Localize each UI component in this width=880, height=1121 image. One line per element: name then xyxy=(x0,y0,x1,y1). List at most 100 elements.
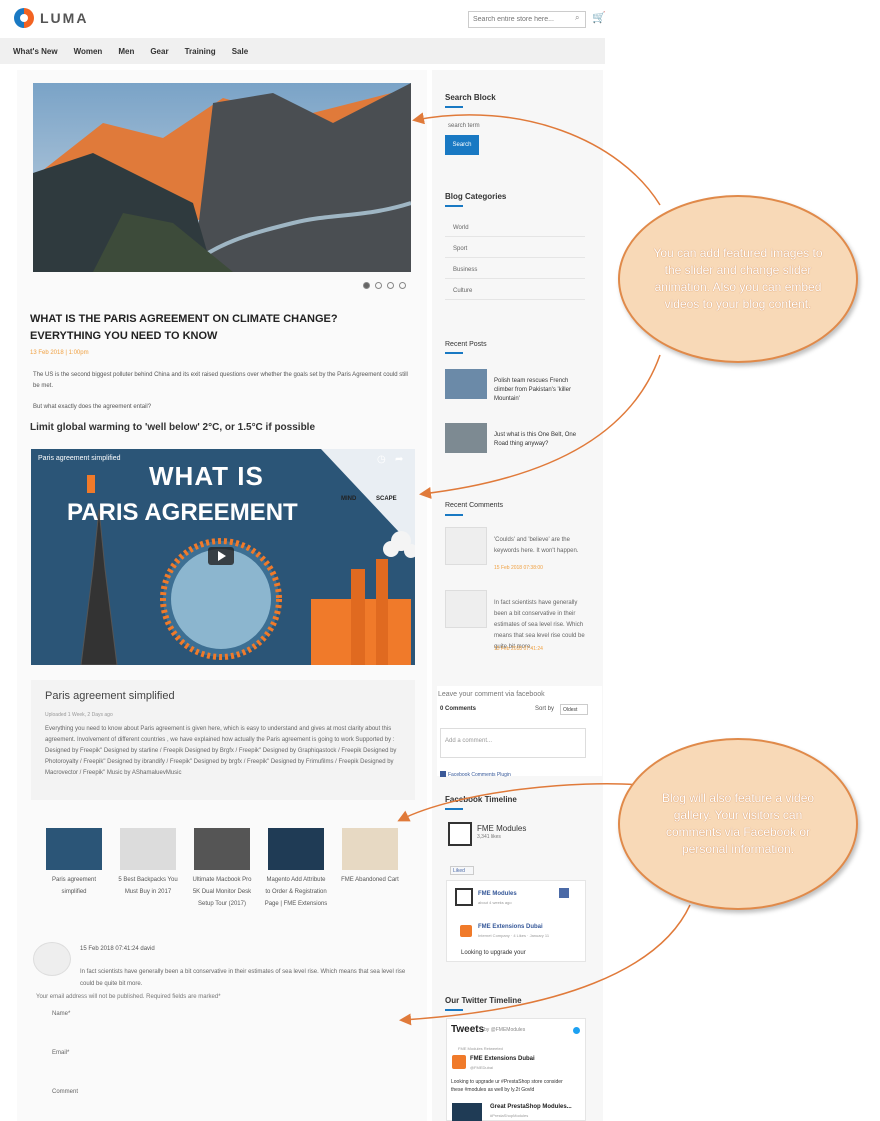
search-icon[interactable]: ⌕ xyxy=(575,13,579,23)
fb-post-meta: Internet Company · 4 Likes · January 11 xyxy=(478,933,550,938)
fb-page-name[interactable]: FME Modules xyxy=(477,824,526,833)
tweet-avatar xyxy=(452,1103,482,1121)
recent-post-title[interactable]: Polish team rescues French climber from … xyxy=(494,377,586,404)
cart-icon[interactable]: 🛒 xyxy=(592,11,606,24)
gallery-caption[interactable]: FME Abandoned Cart xyxy=(338,874,402,886)
fb-post-author[interactable]: FME Modules xyxy=(478,891,517,897)
luma-logo-icon xyxy=(14,8,34,28)
heading-underline xyxy=(445,1009,463,1011)
category-sport[interactable]: Sport xyxy=(445,238,585,258)
recent-post-thumb[interactable] xyxy=(445,369,487,399)
fme-logo-icon xyxy=(455,888,473,906)
callout-text: Blog will also feature a video gallery. … xyxy=(661,791,815,856)
post-title[interactable]: WHAT IS THE PARIS AGREEMENT ON CLIMATE C… xyxy=(30,311,410,345)
tweet-author[interactable]: Great PrestaShop Modules... xyxy=(490,1104,572,1110)
retweet-note: FME Modules Retweeted xyxy=(458,1046,503,1051)
video-overlay-title: Paris agreement simplified xyxy=(38,455,121,462)
fb-post-author[interactable]: FME Extensions Dubai xyxy=(478,924,543,930)
recent-posts-title: Recent Posts xyxy=(445,341,487,348)
store-search-input[interactable] xyxy=(468,11,586,28)
fb-comment-count: 0 Comments xyxy=(440,706,477,712)
gallery-caption[interactable]: Magento Add Attribute to Order & Registr… xyxy=(264,874,328,910)
nav-item-whats-new[interactable]: What's New xyxy=(13,47,58,56)
tweet-handle[interactable]: #PrestaShopModules xyxy=(490,1113,528,1118)
twitter-bird-icon[interactable] xyxy=(573,1027,580,1034)
fb-post-avatar xyxy=(460,925,472,937)
email-field-label: Email* xyxy=(52,1050,70,1056)
video-card-description: Everything you need to know about Paris … xyxy=(45,726,397,776)
slider-dot[interactable] xyxy=(363,282,370,289)
fb-post-text: Looking to upgrade your xyxy=(461,950,526,956)
heading-underline xyxy=(445,352,463,354)
nav-item-women[interactable]: Women xyxy=(74,47,103,56)
comment-field-label: Comment xyxy=(52,1089,79,1095)
slider-dot[interactable] xyxy=(399,282,406,289)
post-subheading: Limit global warming to 'well below' 2°C… xyxy=(30,422,316,433)
category-business[interactable]: Business xyxy=(445,259,585,279)
fb-liked-button[interactable]: Liked xyxy=(450,866,474,875)
callout-cloud-gallery: Blog will also feature a video gallery. … xyxy=(618,738,858,910)
search-block-title: Search Block xyxy=(445,93,496,102)
callout-cloud-slider: You can add featured images to the slide… xyxy=(618,195,858,363)
gallery-thumb[interactable] xyxy=(120,828,176,870)
recent-post-title[interactable]: Just what is this One Belt, One Road thi… xyxy=(494,431,586,449)
name-field-label: Name* xyxy=(52,1011,71,1017)
post-paragraph: The US is the second biggest polluter be… xyxy=(33,372,408,389)
tweets-by[interactable]: by @FMEModules xyxy=(484,1027,525,1033)
category-culture[interactable]: Culture xyxy=(445,280,585,300)
share-icon[interactable]: ➦ xyxy=(395,454,403,465)
twitter-timeline-title: Our Twitter Timeline xyxy=(445,996,522,1005)
nav-item-gear[interactable]: Gear xyxy=(150,47,168,56)
recent-comment-date: 15 Feb 2018 07:41:24 xyxy=(494,646,543,652)
fme-logo-icon xyxy=(448,822,472,846)
blog-categories-title: Blog Categories xyxy=(445,192,507,201)
post-date: 13 Feb 2018 | 1:00pm xyxy=(30,350,89,356)
facebook-timeline-title: Facebook Timeline xyxy=(445,795,517,804)
avatar xyxy=(445,590,487,628)
tweet-author[interactable]: FME Extensions Dubai xyxy=(470,1056,535,1062)
watch-later-icon[interactable]: ◷ xyxy=(377,454,386,465)
recent-comment-text[interactable]: In fact scientists have generally been a… xyxy=(494,598,586,653)
slider-dot[interactable] xyxy=(375,282,382,289)
gallery-thumb[interactable] xyxy=(268,828,324,870)
callout-text: You can add featured images to the slide… xyxy=(653,246,823,311)
gallery-caption[interactable]: Ultimate Macbook Pro 5K Dual Monitor Des… xyxy=(190,874,254,910)
category-world[interactable]: World xyxy=(445,217,585,237)
gallery-thumb[interactable] xyxy=(46,828,102,870)
recent-comment-text[interactable]: 'Coulds' and 'believe' are the keywords … xyxy=(494,535,586,557)
nav-item-sale[interactable]: Sale xyxy=(232,47,248,56)
fb-share-icon[interactable] xyxy=(559,888,569,898)
featured-image-slider[interactable] xyxy=(33,83,411,272)
video-card-meta: Uploaded 1 Week, 2 Days ago xyxy=(45,712,113,718)
gallery-caption[interactable]: 5 Best Backpacks You Must Buy in 2017 xyxy=(116,874,180,898)
heading-underline xyxy=(445,514,463,516)
nav-item-training[interactable]: Training xyxy=(185,47,216,56)
fb-plugin-link[interactable]: Facebook Comments Plugin xyxy=(448,772,511,778)
gallery-thumb[interactable] xyxy=(194,828,250,870)
comment-text: In fact scientists have generally been a… xyxy=(80,969,406,987)
blog-search-input[interactable]: search term xyxy=(448,123,480,129)
slider-dot[interactable] xyxy=(387,282,394,289)
site-header: LUMA ⌕ 🛒 xyxy=(0,0,606,36)
recent-comments-title: Recent Comments xyxy=(445,502,503,509)
fb-comment-input[interactable]: Add a comment... xyxy=(440,728,586,758)
gallery-caption[interactable]: Paris agreement simplified xyxy=(42,874,106,898)
mindscape-brand-right: SCAPE xyxy=(376,496,397,502)
tweet-handle[interactable]: @FMEDubai xyxy=(470,1065,493,1070)
gallery-thumb[interactable] xyxy=(342,828,398,870)
fb-comment-prompt: Leave your comment via facebook xyxy=(438,691,545,698)
slider-pagination xyxy=(363,282,406,289)
heading-underline xyxy=(445,205,463,207)
search-button[interactable]: Search xyxy=(445,135,479,155)
video-card-title[interactable]: Paris agreement simplified xyxy=(45,690,175,702)
comment-meta: 15 Feb 2018 07:41:24 david xyxy=(80,946,155,952)
fb-sort-select[interactable]: Oldest xyxy=(560,704,588,715)
avatar xyxy=(33,942,71,976)
embedded-video[interactable]: Paris agreement simplified WHAT IS PARIS… xyxy=(31,449,415,665)
heading-underline xyxy=(445,106,463,108)
comment-form-note: Your email address will not be published… xyxy=(36,994,221,1000)
avatar xyxy=(445,527,487,565)
recent-post-thumb[interactable] xyxy=(445,423,487,453)
logo[interactable]: LUMA xyxy=(14,8,88,28)
nav-item-men[interactable]: Men xyxy=(118,47,134,56)
